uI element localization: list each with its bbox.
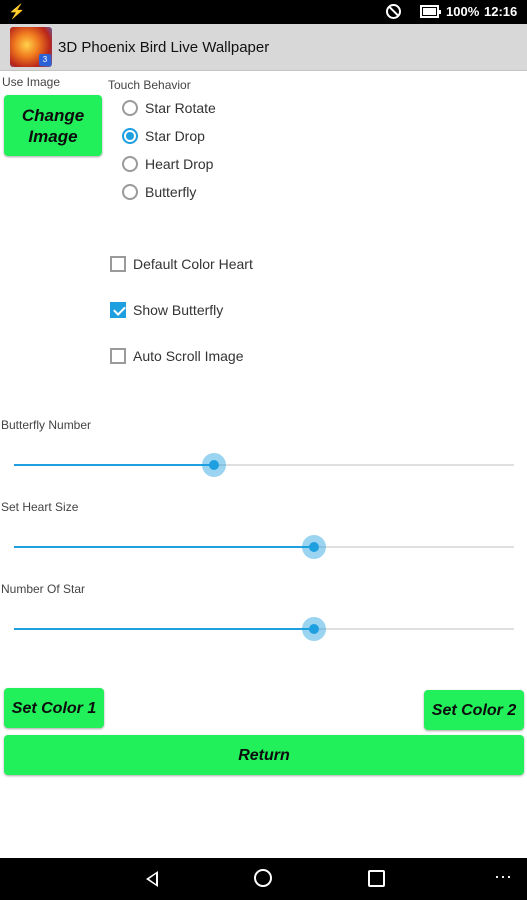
do-not-disturb-icon: [386, 4, 401, 19]
checkbox-label: Default Color Heart: [133, 256, 253, 272]
radio-button-icon[interactable]: [122, 100, 138, 116]
set-heart-size-slider[interactable]: [14, 533, 514, 561]
radio-button-icon[interactable]: [122, 156, 138, 172]
slider-fill: [14, 628, 314, 630]
number-of-star-slider[interactable]: [14, 615, 514, 643]
set-color-1-button[interactable]: Set Color 1: [4, 688, 104, 728]
set-heart-size-label: Set Heart Size: [1, 500, 79, 514]
return-button[interactable]: Return: [4, 735, 524, 775]
butterfly-number-slider[interactable]: [14, 451, 514, 479]
radio-butterfly[interactable]: Butterfly: [122, 181, 196, 203]
slider-fill: [14, 464, 214, 466]
usb-icon: ⚡: [8, 3, 26, 19]
use-image-label: Use Image: [2, 75, 61, 89]
set-color-2-button[interactable]: Set Color 2: [424, 690, 524, 730]
radio-label: Butterfly: [145, 184, 197, 200]
navigation-bar: ⋯: [0, 858, 527, 900]
slider-fill: [14, 546, 314, 548]
battery-icon: [420, 5, 441, 18]
home-icon[interactable]: [254, 869, 272, 887]
radio-button-icon[interactable]: [122, 184, 138, 200]
battery-percent: 100%: [446, 4, 480, 19]
app-title: 3D Phoenix Bird Live Wallpaper: [58, 39, 270, 56]
butterfly-number-label: Butterfly Number: [1, 418, 92, 432]
checkbox-label: Show Butterfly: [133, 302, 224, 318]
radio-heart-drop[interactable]: Heart Drop: [122, 153, 213, 175]
recents-icon[interactable]: [368, 870, 385, 887]
app-bar: 3 3D Phoenix Bird Live Wallpaper: [0, 24, 527, 71]
change-image-button[interactable]: Change Image: [4, 95, 102, 156]
radio-star-drop[interactable]: Star Drop: [122, 125, 205, 147]
slider-thumb[interactable]: [209, 460, 219, 470]
checkbox-icon[interactable]: [110, 348, 126, 364]
checkbox-label: Auto Scroll Image: [133, 348, 244, 364]
checkbox-show-butterfly[interactable]: Show Butterfly: [110, 299, 223, 321]
app-icon: 3: [10, 27, 52, 67]
clock: 12:16: [484, 4, 518, 19]
overflow-menu-icon[interactable]: ⋯: [494, 867, 513, 888]
radio-label: Heart Drop: [145, 156, 214, 172]
checkbox-default-color-heart[interactable]: Default Color Heart: [110, 253, 253, 275]
radio-label: Star Rotate: [145, 100, 216, 116]
checkbox-auto-scroll-image[interactable]: Auto Scroll Image: [110, 345, 244, 367]
radio-button-icon[interactable]: [122, 128, 138, 144]
radio-label: Star Drop: [145, 128, 205, 144]
slider-thumb[interactable]: [309, 542, 319, 552]
number-of-star-label: Number Of Star: [1, 582, 86, 596]
slider-thumb[interactable]: [309, 624, 319, 634]
checkbox-icon[interactable]: [110, 302, 126, 318]
touch-behavior-label: Touch Behavior: [108, 78, 191, 92]
back-icon[interactable]: [146, 871, 158, 887]
checkbox-icon[interactable]: [110, 256, 126, 272]
radio-star-rotate[interactable]: Star Rotate: [122, 97, 216, 119]
app-icon-badge: 3: [39, 54, 51, 66]
status-bar: ⚡ 100% 12:16: [0, 0, 527, 24]
